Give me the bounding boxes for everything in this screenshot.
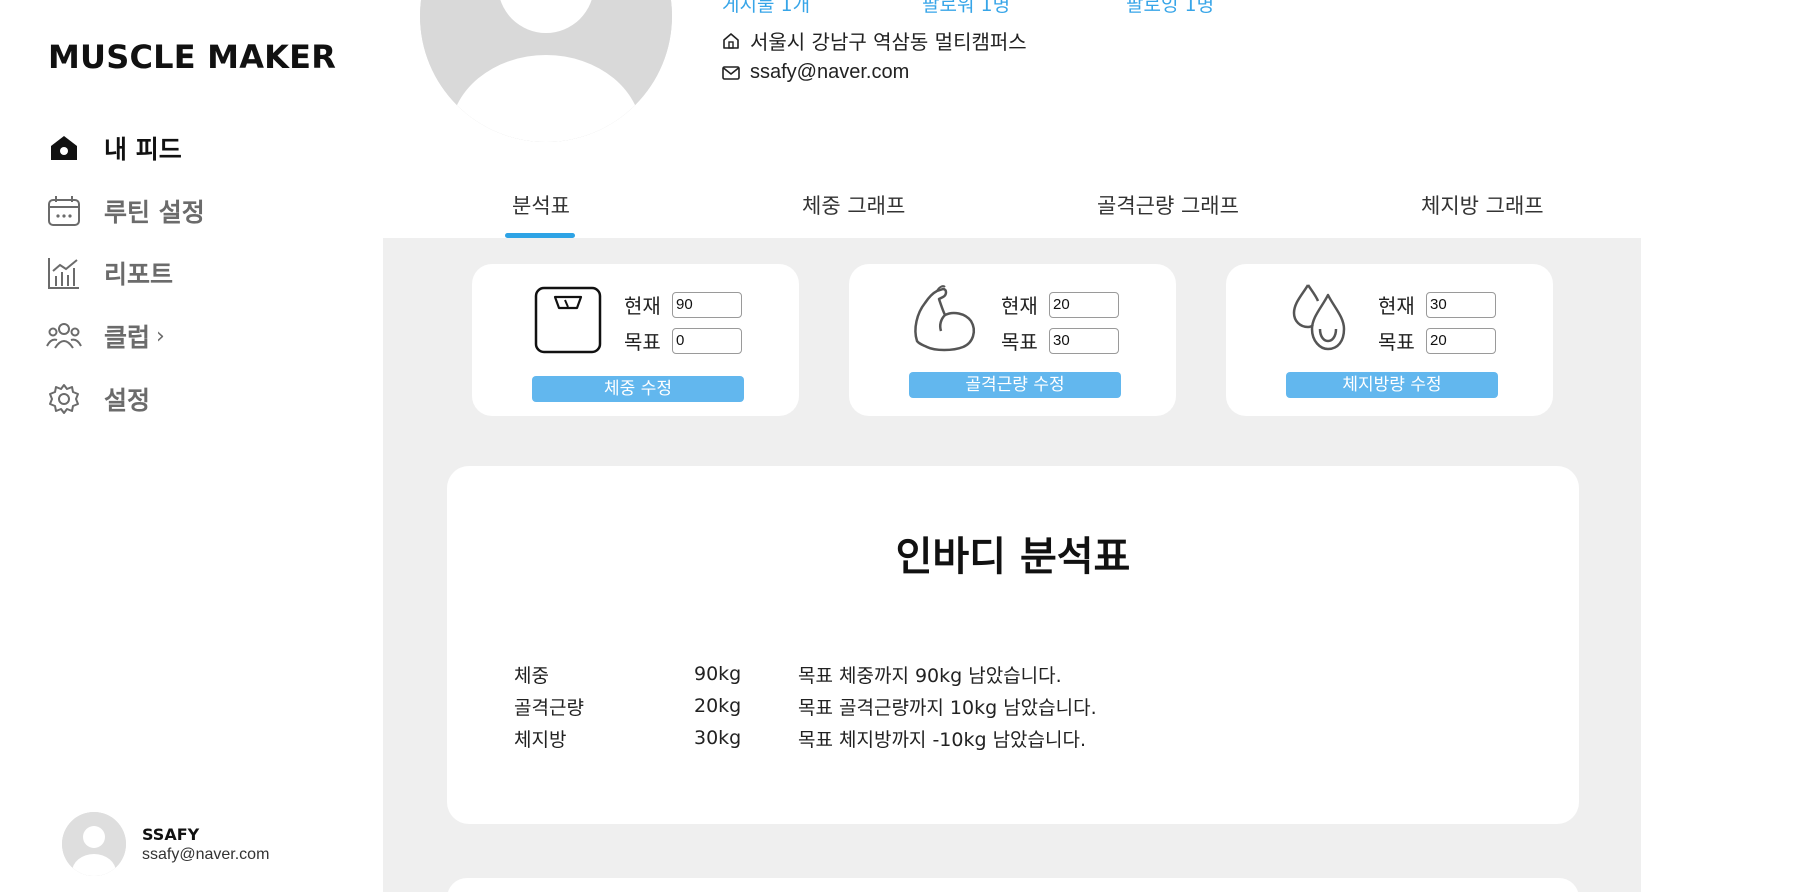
user-card[interactable]: SSAFY ssafy@naver.com: [62, 812, 269, 876]
current-label: 현재: [1378, 294, 1415, 318]
home-outline-icon: [722, 31, 742, 51]
current-weight-input[interactable]: [672, 291, 742, 318]
mail-icon: [722, 63, 742, 83]
goal-row: 목표: [1001, 326, 1119, 355]
post-count[interactable]: 게시물 1개: [722, 0, 810, 17]
goal-fat-input[interactable]: [1426, 327, 1496, 354]
goal-muscle-input[interactable]: [1049, 327, 1119, 354]
current-label: 현재: [624, 294, 661, 318]
metric-name: 체지방: [514, 728, 567, 751]
goal-weight-input[interactable]: [672, 327, 742, 354]
metric-name: 체중: [514, 664, 549, 687]
sidebar-item-label: 설정: [104, 386, 151, 415]
edit-muscle-button[interactable]: 골격근량 수정: [909, 372, 1121, 398]
location-text: 서울시 강남구 역삼동 멀티캠퍼스: [750, 30, 1027, 54]
scale-icon: [532, 284, 604, 356]
profile-avatar: [420, 0, 672, 142]
brand-logo[interactable]: MUSCLE MAKER: [48, 38, 336, 76]
profile-email: ssafy@naver.com: [722, 61, 909, 84]
metric-value: 20kg: [694, 695, 742, 717]
chart-icon: [46, 255, 82, 291]
avatar: [62, 812, 126, 876]
inbody-report-card: 인바디 분석표 체중 90kg 목표 체중까지 90kg 남았습니다. 골격근량…: [447, 466, 1579, 824]
edit-weight-button[interactable]: 체중 수정: [532, 376, 744, 402]
sidebar-item-club[interactable]: 클럽 ›: [46, 314, 165, 358]
metric-name: 골격근량: [514, 696, 584, 719]
muscle-icon: [909, 281, 981, 353]
current-row: 현재: [624, 290, 742, 319]
metric-message: 목표 체중까지 90kg 남았습니다.: [798, 664, 1062, 687]
fat-card: 현재 목표 체지방량 수정: [1226, 264, 1553, 416]
sidebar-item-report[interactable]: 리포트: [46, 251, 173, 295]
metric-message: 목표 체지방까지 -10kg 남았습니다.: [798, 728, 1087, 751]
tab-weight-graph[interactable]: 체중 그래프: [802, 190, 905, 220]
sidebar-item-settings[interactable]: 설정: [46, 377, 150, 421]
goal-row: 목표: [624, 326, 742, 355]
fat-drops-icon: [1286, 281, 1358, 353]
sidebar-item-label: 클럽: [104, 323, 151, 352]
sidebar: MUSCLE MAKER 내 피드 루틴 설정 리포트 클럽 › 설정 SSAF…: [0, 0, 380, 892]
sidebar-item-label: 루틴 설정: [104, 198, 205, 227]
metric-message: 목표 골격근량까지 10kg 남았습니다.: [798, 696, 1097, 719]
report-row-weight: 체중 90kg 목표 체중까지 90kg 남았습니다.: [514, 658, 1097, 690]
goal-label: 목표: [624, 330, 661, 354]
muscle-card: 현재 목표 골격근량 수정: [849, 264, 1176, 416]
report-row-muscle: 골격근량 20kg 목표 골격근량까지 10kg 남았습니다.: [514, 690, 1097, 722]
users-icon: [46, 318, 82, 354]
weight-card: 현재 목표 체중 수정: [472, 264, 799, 416]
current-label: 현재: [1001, 294, 1038, 318]
next-card: [447, 878, 1579, 892]
content-panel: 현재 목표 체중 수정 현재 목표 골격근량 수정 현재: [383, 238, 1641, 892]
home-icon: [46, 130, 82, 166]
user-name: SSAFY: [142, 824, 200, 844]
report-table: 체중 90kg 목표 체중까지 90kg 남았습니다. 골격근량 20kg 목표…: [514, 658, 1097, 754]
goal-row: 목표: [1378, 326, 1496, 355]
current-row: 현재: [1378, 290, 1496, 319]
sidebar-item-label: 내 피드: [104, 135, 182, 164]
profile-location: 서울시 강남구 역삼동 멀티캠퍼스: [722, 26, 1027, 55]
follower-count[interactable]: 팔로워 1명: [922, 0, 1010, 17]
goal-label: 목표: [1378, 330, 1415, 354]
metric-value: 90kg: [694, 663, 742, 685]
calendar-icon: [46, 193, 82, 229]
sidebar-item-label: 리포트: [104, 260, 174, 289]
user-email: ssafy@naver.com: [142, 845, 270, 863]
current-fat-input[interactable]: [1426, 291, 1496, 318]
tab-muscle-graph[interactable]: 골격근량 그래프: [1097, 190, 1239, 220]
sidebar-item-my-feed[interactable]: 내 피드: [46, 126, 182, 170]
metric-value: 30kg: [694, 727, 742, 749]
report-row-fat: 체지방 30kg 목표 체지방까지 -10kg 남았습니다.: [514, 722, 1097, 754]
chevron-right-icon: ›: [156, 323, 165, 349]
edit-fat-button[interactable]: 체지방량 수정: [1286, 372, 1498, 398]
current-row: 현재: [1001, 290, 1119, 319]
gear-icon: [46, 381, 82, 417]
tab-analysis[interactable]: 분석표: [512, 190, 570, 220]
tab-fat-graph[interactable]: 체지방 그래프: [1421, 190, 1544, 220]
following-count[interactable]: 팔로잉 1명: [1126, 0, 1214, 17]
goal-label: 목표: [1001, 330, 1038, 354]
email-text: ssafy@naver.com: [750, 61, 910, 83]
report-title: 인바디 분석표: [895, 534, 1131, 580]
current-muscle-input[interactable]: [1049, 291, 1119, 318]
sidebar-item-routine[interactable]: 루틴 설정: [46, 189, 205, 233]
